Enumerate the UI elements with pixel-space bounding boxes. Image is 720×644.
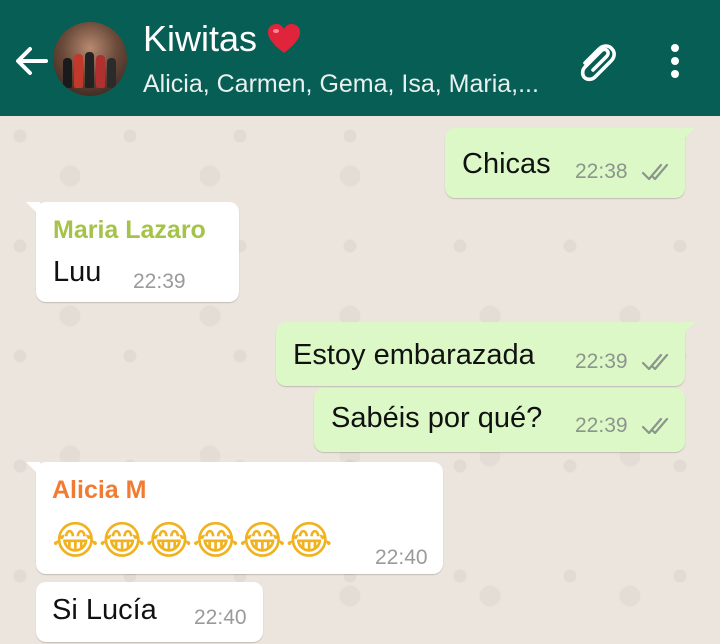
double-check-icon: [641, 163, 669, 181]
message-text: Luu: [53, 256, 102, 288]
message-outgoing[interactable]: Sabéis por qué? 22:39: [314, 388, 685, 452]
paperclip-icon: [580, 44, 616, 82]
message-outgoing[interactable]: Estoy embarazada 22:39: [276, 322, 695, 386]
message-time: 22:40: [194, 606, 247, 629]
message-sender[interactable]: Maria Lazaro: [53, 216, 206, 245]
chat-header: Kiwitas Alicia, Carmen, Gema, Isa, Maria…: [0, 0, 720, 116]
message-outgoing[interactable]: Chicas 22:38: [445, 128, 695, 198]
more-options-button[interactable]: [652, 36, 698, 86]
attach-button[interactable]: [570, 36, 624, 86]
message-sender[interactable]: Alicia M: [52, 476, 146, 505]
avatar-figure: [96, 55, 105, 88]
bubble-tail: [26, 462, 40, 476]
message-time: 22:40: [375, 546, 428, 569]
message-list[interactable]: Chicas 22:38 Maria Lazaro Luu 22:39 Esto…: [0, 116, 720, 644]
avatar-figure: [74, 54, 83, 88]
emoji-tears-of-joy: 😂😂😂😂😂😂: [52, 518, 333, 564]
heart-icon: [268, 24, 301, 53]
message-text: Chicas: [462, 148, 551, 180]
double-check-icon: [641, 353, 669, 371]
message-time: 22:38: [575, 160, 628, 183]
bubble-tail: [681, 322, 695, 336]
message-incoming[interactable]: Si Lucía 22:40: [36, 582, 263, 642]
message-incoming[interactable]: Maria Lazaro Luu 22:39: [26, 202, 239, 302]
more-vert-icon: [671, 44, 679, 78]
bubble-tail: [26, 202, 40, 216]
bubble-tail: [681, 128, 695, 142]
group-name: Kiwitas: [143, 18, 258, 59]
avatar-figure: [63, 58, 72, 88]
group-title[interactable]: Kiwitas: [143, 18, 301, 60]
message-text: Sabéis por qué?: [331, 402, 543, 434]
message-time: 22:39: [133, 270, 186, 293]
message-incoming[interactable]: Alicia M 😂😂😂😂😂😂 22:40: [26, 462, 443, 574]
avatar-figure: [85, 52, 94, 88]
double-check-icon: [641, 417, 669, 435]
back-arrow-icon: [16, 47, 48, 75]
message-text: Si Lucía: [52, 594, 157, 626]
message-text: Estoy embarazada: [293, 339, 535, 371]
group-members[interactable]: Alicia, Carmen, Gema, Isa, Maria,...: [143, 70, 539, 99]
group-avatar[interactable]: [53, 22, 127, 96]
message-time: 22:39: [575, 414, 628, 437]
message-time: 22:39: [575, 350, 628, 373]
avatar-figure: [107, 58, 116, 88]
back-button[interactable]: [12, 36, 52, 86]
emoji-row: 😂😂😂😂😂😂: [52, 518, 332, 564]
